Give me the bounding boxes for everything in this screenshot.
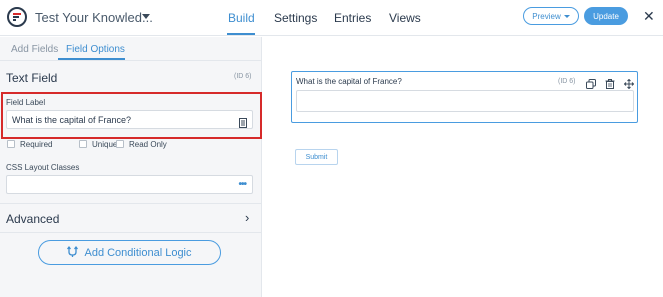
tab-views[interactable]: Views: [389, 11, 421, 25]
field-preview-label: What is the capital of France?: [296, 77, 402, 86]
css-classes-title: CSS Layout Classes: [6, 163, 80, 172]
add-conditional-logic-button[interactable]: Add Conditional Logic: [38, 240, 221, 265]
formidable-logo-icon[interactable]: [7, 7, 27, 27]
preview-button-label: Preview: [532, 11, 561, 21]
sidebar: Add Fields Field Options Text Field (ID …: [0, 37, 262, 297]
active-tab-indicator: [227, 33, 255, 35]
update-button[interactable]: Update: [584, 7, 628, 25]
branch-icon: [67, 245, 79, 260]
field-preview-input[interactable]: [296, 90, 634, 112]
field-type-heading: Text Field: [6, 71, 58, 85]
read-only-checkbox[interactable]: [116, 140, 124, 148]
unique-checkbox[interactable]: [79, 140, 87, 148]
required-label: Required: [20, 140, 53, 149]
document-icon[interactable]: [239, 115, 247, 133]
divider: [0, 232, 262, 233]
caret-down-icon[interactable]: [142, 14, 150, 19]
tab-entries[interactable]: Entries: [334, 11, 371, 25]
chevron-right-icon[interactable]: ›: [245, 210, 249, 225]
field-id: (ID 6): [234, 73, 252, 80]
chevron-down-icon: [563, 14, 570, 18]
field-label-title: Field Label: [6, 98, 46, 107]
unique-label: Unique: [92, 140, 118, 149]
form-canvas: What is the capital of France? (ID 6) Su…: [263, 37, 663, 297]
preview-button[interactable]: Preview: [523, 7, 579, 25]
field-label-input[interactable]: What is the capital of France?: [6, 110, 253, 129]
divider: [0, 203, 262, 204]
close-icon[interactable]: ✕: [643, 9, 655, 23]
divider: [0, 60, 262, 61]
css-classes-input[interactable]: •••: [6, 175, 253, 194]
text-field-card[interactable]: What is the capital of France? (ID 6): [291, 71, 638, 123]
read-only-label: Read Only: [129, 140, 167, 149]
submit-button[interactable]: Submit: [295, 149, 338, 165]
add-conditional-logic-label: Add Conditional Logic: [84, 246, 192, 259]
form-title[interactable]: Test Your Knowled...: [35, 10, 153, 25]
tab-field-options[interactable]: Field Options: [66, 44, 125, 55]
more-options-icon[interactable]: •••: [238, 179, 246, 190]
field-label-value: What is the capital of France?: [12, 115, 132, 125]
tab-settings[interactable]: Settings: [274, 11, 317, 25]
required-checkbox[interactable]: [7, 140, 15, 148]
top-bar: Test Your Knowled... Build Settings Entr…: [0, 0, 663, 36]
tab-add-fields[interactable]: Add Fields: [11, 44, 58, 55]
app-root: Test Your Knowled... Build Settings Entr…: [0, 0, 663, 297]
advanced-section-toggle[interactable]: Advanced: [6, 212, 59, 226]
tab-build[interactable]: Build: [228, 11, 255, 25]
field-preview-id: (ID 6): [558, 78, 576, 85]
